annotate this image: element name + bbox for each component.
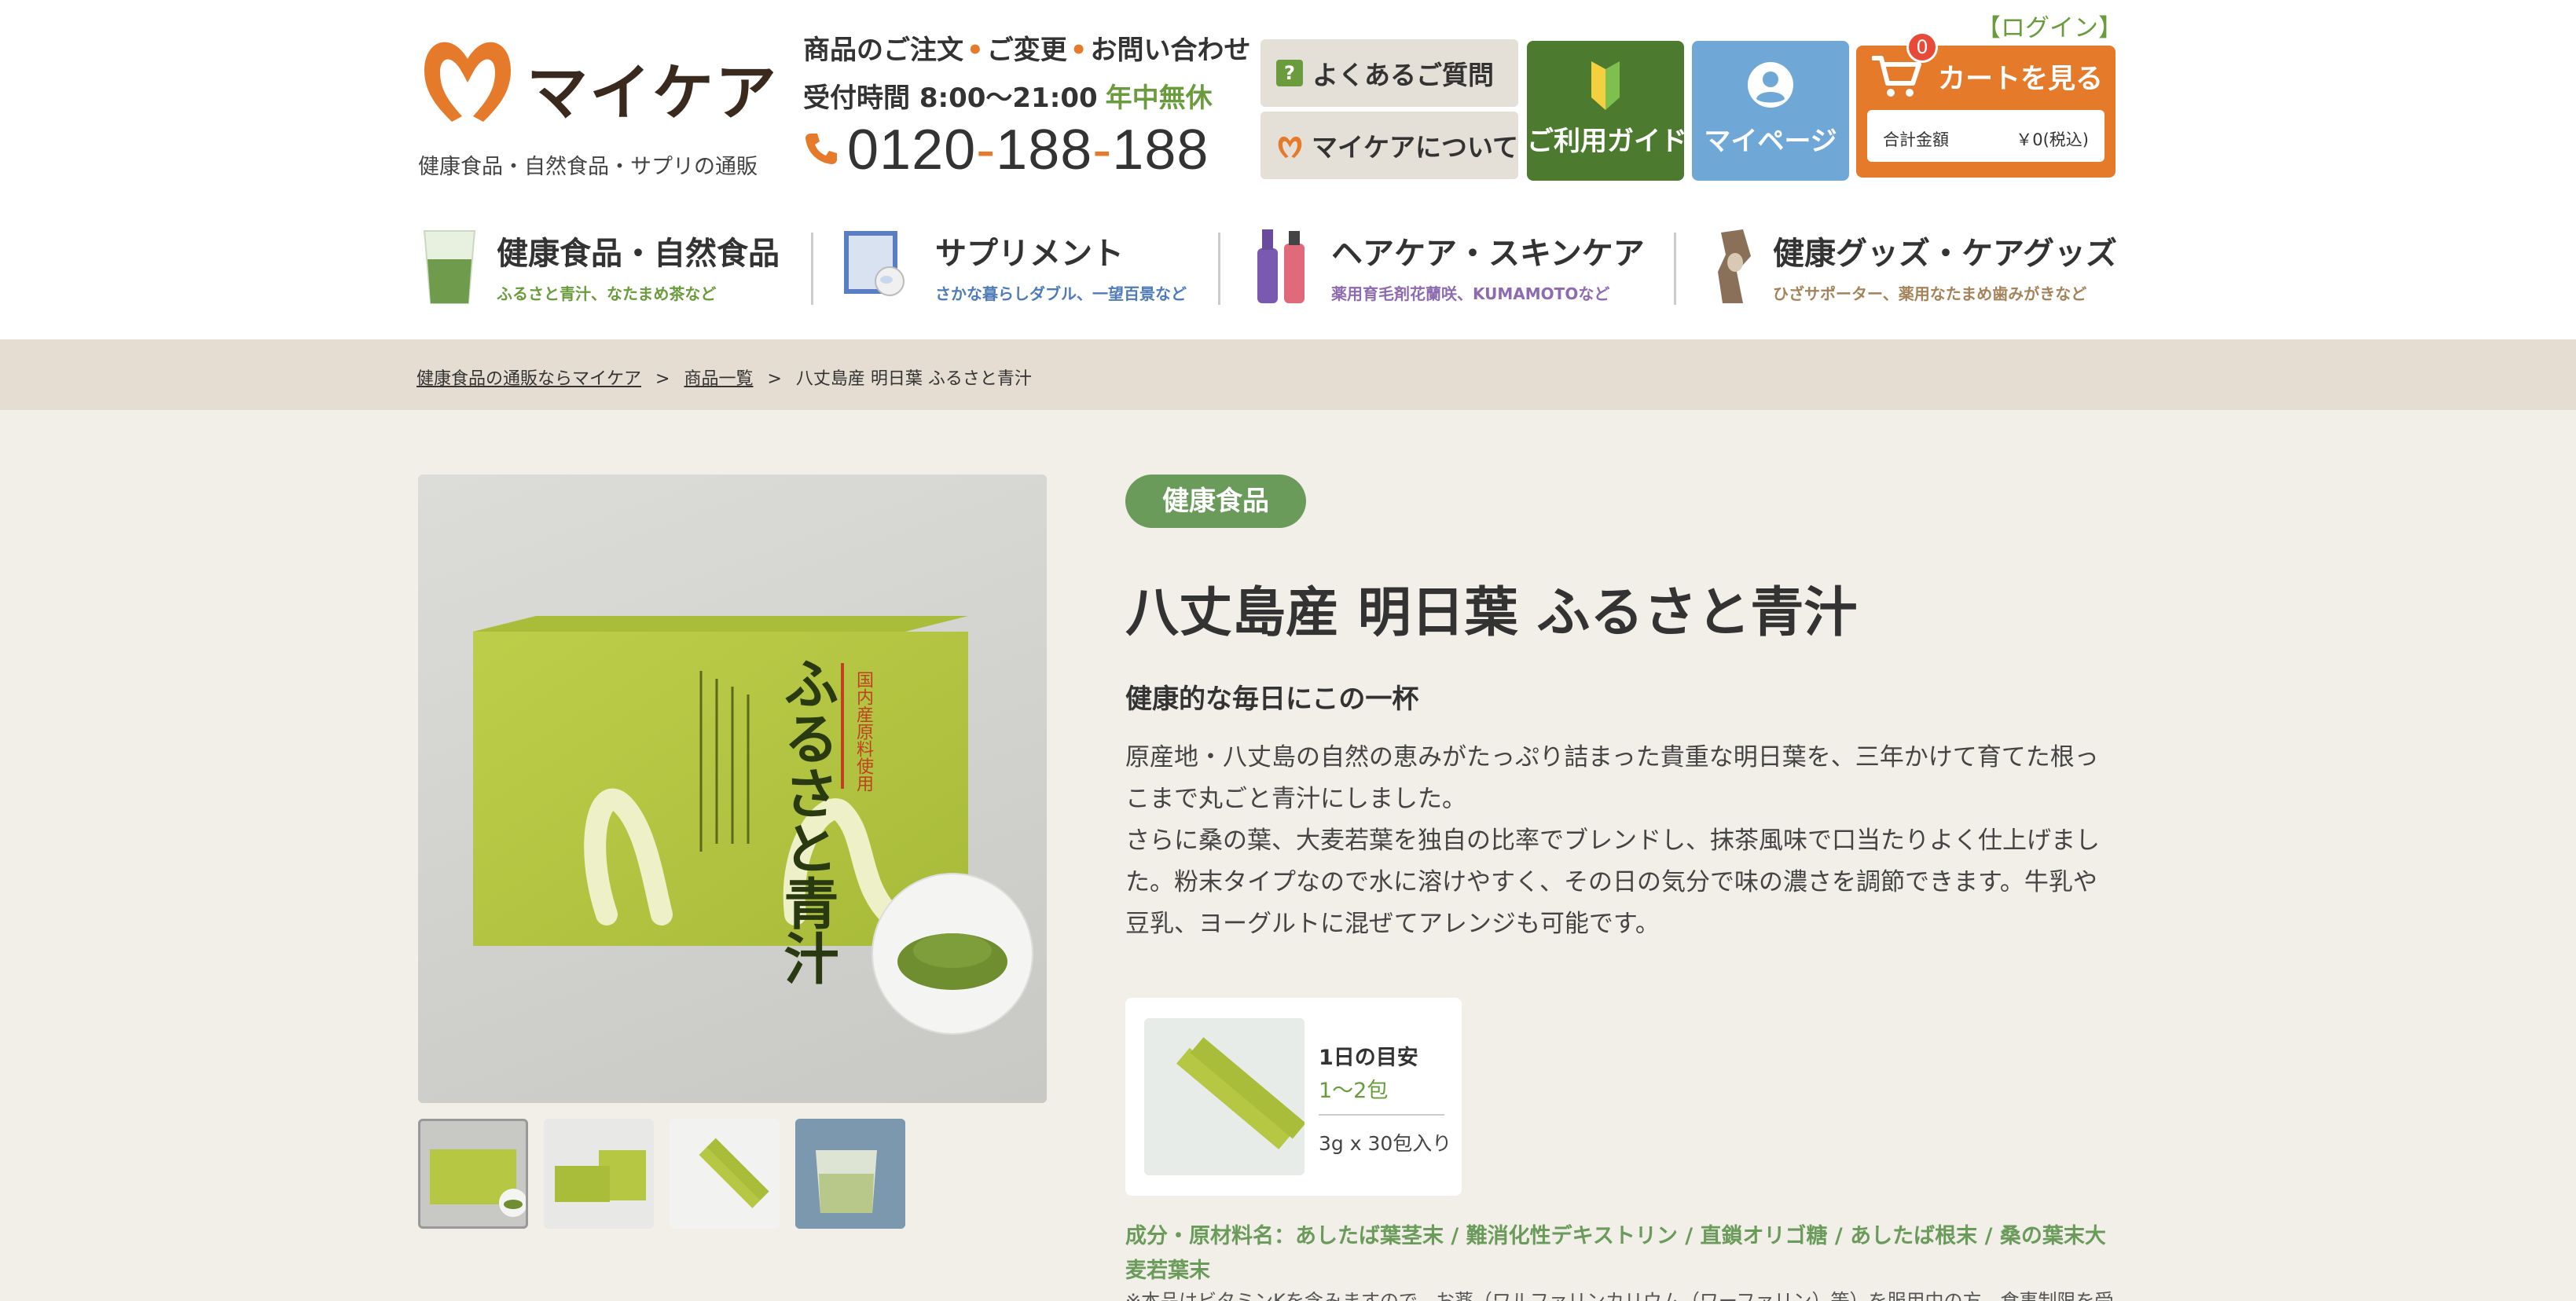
category-health-goods[interactable]: 健康グッズ・ケアグッズ ひざサポーター、薬用なたまめ歯みがきなど [1705, 222, 2117, 311]
thumbnail-3[interactable] [670, 1119, 780, 1229]
product-box-image [473, 616, 1033, 1035]
stick-pack-image [1144, 1018, 1306, 1175]
contact-change: ご変更 [986, 35, 1067, 66]
phone-part-2: 188 [996, 119, 1093, 181]
stick-pack-icon [699, 1138, 769, 1208]
logo-text: マイケア [527, 58, 779, 129]
nav-divider [1218, 233, 1220, 305]
login-link[interactable]: 【ログイン】 [1976, 8, 2123, 43]
contact-order: 商品のご注文 [803, 35, 963, 66]
contact-hours: 受付時間 8:00〜21:00 年中無休 [803, 76, 1259, 115]
nav-divider [811, 233, 813, 305]
cart-count-badge: 0 [1906, 31, 1938, 63]
logo-m-icon [1278, 136, 1302, 159]
phone-number[interactable]: 0120-188-188 [803, 118, 1227, 181]
daily-intake-label: 1日の目安 [1319, 1046, 1418, 1070]
nav-divider [1674, 233, 1676, 305]
supplement-icon [844, 231, 905, 296]
thumbnail-2[interactable] [544, 1119, 654, 1229]
product-category-badge: 健康食品 [1125, 475, 1306, 528]
cart-total: 合計金額 ￥0(税込) [1867, 110, 2104, 162]
view-cart-button[interactable]: 0 カートを見る 合計金額 ￥0(税込) [1856, 31, 2115, 178]
business-hours: 受付時間 8:00〜21:00 [803, 82, 1098, 114]
breadcrumb-separator: > [767, 369, 782, 389]
daily-intake-value: 1〜2包 [1319, 1079, 1389, 1103]
bottle-icon [1257, 229, 1305, 303]
site-logo[interactable]: マイケア [416, 24, 776, 129]
about-label: マイケアについて [1311, 132, 1518, 163]
green-juice-icon [423, 230, 476, 304]
user-guide-button[interactable]: ご利用ガイド [1527, 41, 1687, 181]
contact-services: 商品のご注文 • ご変更 • お問い合わせ [803, 35, 1251, 66]
description-paragraph: さらに桑の葉、大麦若葉を独自の比率でブレンドし、抹茶風味で口当たりよく仕上げまし… [1125, 826, 2100, 938]
site-tagline: 健康食品・自然食品・サプリの通販 [418, 155, 758, 179]
glass-icon [795, 1119, 905, 1229]
breadcrumb-separator: > [655, 369, 670, 389]
view-cart-label: カートを見る [1938, 64, 2104, 95]
breadcrumb-bar: 健康食品の通販ならマイケア > 商品一覧 > 八丈島産 明日葉 ふるさと青汁 [0, 339, 2576, 410]
product-box-label: ふるさと青汁 [775, 655, 839, 985]
description-paragraph: 原産地・八丈島の自然の恵みがたっぷり詰まった貴重な明日葉を、三年かけて育てた根っ… [1125, 743, 2099, 813]
cart-total-value: ￥0(税込) [2016, 130, 2089, 149]
user-guide-label: ご利用ガイド [1527, 126, 1687, 157]
category-title: ヘアケア・スキンケア [1331, 236, 1645, 272]
ingredients: 成分・原材料名：あしたば葉茎末 / 難消化性デキストリン / 直鎖オリゴ糖 / … [1125, 1224, 2106, 1283]
stick-pack-icon [1176, 1037, 1306, 1150]
category-title: 健康食品・自然食品 [497, 236, 780, 272]
package-size: 3g x 30包入り [1319, 1132, 1452, 1155]
category-health-food[interactable]: 健康食品・自然食品 ふるさと青汁、なたまめ茶など [418, 222, 780, 311]
divider [1319, 1114, 1444, 1116]
contact-inquiry: お問い合わせ [1090, 35, 1251, 66]
product-box-sublabel: 国内産原料使用 [853, 671, 873, 792]
category-haircare-skincare[interactable]: ヘアケア・スキンケア 薬用育毛剤花蘭咲、KUMAMOTOなど [1249, 222, 1658, 311]
mypage-button[interactable]: マイページ [1692, 41, 1849, 181]
breadcrumb-current: 八丈島産 明日葉 ふるさと青汁 [795, 369, 1032, 389]
contact-info: 商品のご注文 • ご変更 • お問い合わせ 受付時間 8:00〜21:00 年中無休 [803, 28, 1259, 115]
site-header: マイケア 健康食品・自然食品・サプリの通販 商品のご注文 • ご変更 • お問い合わせ … [0, 0, 2576, 339]
cart-total-label: 合計金額 [1883, 130, 1949, 149]
faq-label: よくあるご質問 [1312, 60, 1494, 90]
faq-button[interactable]: ? よくあるご質問 [1260, 39, 1518, 107]
thumbnail-1[interactable] [418, 1119, 528, 1229]
product-thumb-icon [555, 1150, 646, 1202]
product-thumb-icon [430, 1149, 526, 1217]
category-supplements[interactable]: サプリメント さかな暮らしダブル、一望百景など [842, 222, 1204, 311]
phone-part-1: 0120 [847, 119, 977, 181]
category-subtitle: さかな暮らしダブル、一望百景など [935, 284, 1187, 303]
beginner-leaf-icon [1591, 61, 1620, 110]
mypage-label: マイページ [1704, 126, 1837, 157]
knee-support-icon [1718, 229, 1751, 303]
product-title: 八丈島産 明日葉 ふるさと青汁 [1125, 582, 1858, 644]
logo-m-icon [424, 42, 511, 122]
question-icon: ? [1276, 60, 1303, 86]
category-title: サプリメント [935, 236, 1124, 272]
category-subtitle: 薬用育毛剤花蘭咲、KUMAMOTOなど [1331, 284, 1610, 303]
breadcrumb: 健康食品の通販ならマイケア > 商品一覧 > 八丈島産 明日葉 ふるさと青汁 [416, 365, 1032, 390]
dosage-card: 1日の目安 1〜2包 3g x 30包入り [1125, 998, 1462, 1196]
about-button[interactable]: マイケアについて [1260, 112, 1518, 179]
category-subtitle: ふるさと青汁、なたまめ茶など [497, 284, 717, 303]
caution-note: ※本品はビタミンKを含みますので、お薬（ワルファリンカリウム（ワーファリン）等）… [1125, 1290, 2115, 1301]
category-subtitle: ひざサポーター、薬用なたまめ歯みがきなど [1773, 284, 2087, 303]
breadcrumb-home[interactable]: 健康食品の通販ならマイケア [416, 369, 641, 389]
breadcrumb-product-list[interactable]: 商品一覧 [684, 369, 753, 389]
thumbnail-4[interactable] [795, 1119, 905, 1229]
phone-part-3: 188 [1112, 119, 1209, 181]
product-main-image[interactable]: ふるさと青汁 国内産原料使用 [418, 475, 1047, 1103]
person-icon [1748, 62, 1793, 108]
open-all-year: 年中無休 [1105, 82, 1213, 114]
phone-icon [805, 134, 837, 164]
product-description: 原産地・八丈島の自然の恵みがたっぷり詰まった貴重な明日葉を、三年かけて育てた根っ… [1125, 737, 2115, 945]
category-title: 健康グッズ・ケアグッズ [1773, 236, 2117, 272]
product-catchphrase: 健康的な毎日にこの一杯 [1125, 683, 1419, 715]
